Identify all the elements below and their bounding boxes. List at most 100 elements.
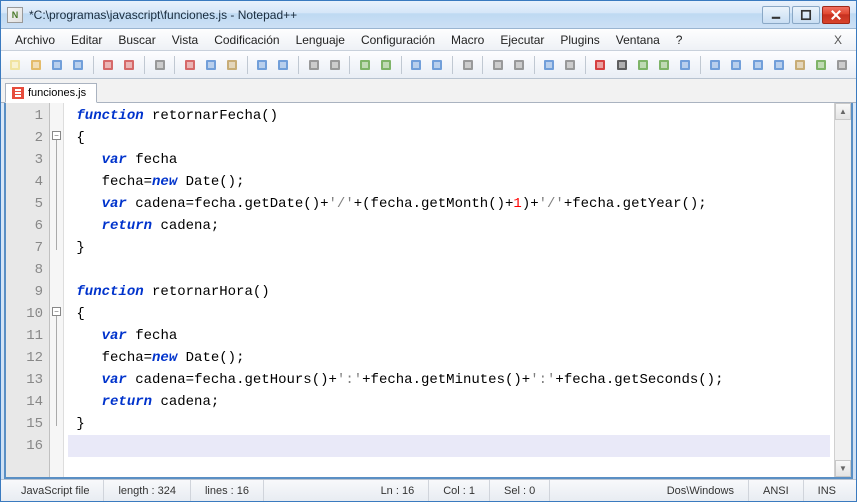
line-number-gutter[interactable]: 12345678910111213141516 [6, 103, 50, 477]
doc-switcher-icon[interactable] [833, 55, 852, 75]
line-number[interactable]: 5 [8, 193, 43, 215]
minimize-button[interactable] [762, 6, 790, 24]
code-line[interactable]: function retornarHora() [68, 281, 830, 303]
doc-map-icon[interactable] [790, 55, 809, 75]
print-icon[interactable] [150, 55, 169, 75]
redo-icon[interactable] [274, 55, 293, 75]
line-number[interactable]: 2 [8, 127, 43, 149]
line-number[interactable]: 8 [8, 259, 43, 281]
scroll-up-button[interactable]: ▲ [835, 103, 851, 120]
line-number[interactable]: 15 [8, 413, 43, 435]
menu-lenguaje[interactable]: Lenguaje [288, 31, 353, 49]
wrap-icon[interactable] [458, 55, 477, 75]
code-line[interactable]: fecha=new Date(); [68, 347, 830, 369]
code-line[interactable]: } [68, 413, 830, 435]
paste-icon[interactable] [223, 55, 242, 75]
code-line[interactable]: var fecha [68, 325, 830, 347]
fold-all-icon[interactable] [727, 55, 746, 75]
save-all-icon[interactable] [69, 55, 88, 75]
vertical-scrollbar[interactable]: ▲ ▼ [834, 103, 851, 477]
code-line[interactable] [68, 259, 830, 281]
code-line[interactable]: { [68, 303, 830, 325]
spell-icon[interactable] [812, 55, 831, 75]
code-line[interactable]: fecha=new Date(); [68, 171, 830, 193]
code-line[interactable]: var cadena=fecha.getDate()+'/'+(fecha.ge… [68, 193, 830, 215]
menu-ventana[interactable]: Ventana [608, 31, 668, 49]
code-line[interactable]: { [68, 127, 830, 149]
menu-configuracin[interactable]: Configuración [353, 31, 443, 49]
replace-icon[interactable] [325, 55, 344, 75]
fold-toggle[interactable]: − [52, 307, 61, 316]
code-line[interactable]: var cadena=fecha.getHours()+':'+fecha.ge… [68, 369, 830, 391]
status-sel: Sel : 0 [490, 480, 550, 501]
status-col: Col : 1 [429, 480, 490, 501]
indent-guide-icon[interactable] [509, 55, 528, 75]
menu-macro[interactable]: Macro [443, 31, 492, 49]
lang-icon[interactable] [539, 55, 558, 75]
toolbar-separator [452, 56, 453, 74]
fold-guide-line [56, 316, 57, 426]
menu-buscar[interactable]: Buscar [110, 31, 163, 49]
stop-icon[interactable] [612, 55, 631, 75]
sync-h-icon[interactable] [428, 55, 447, 75]
undo-icon[interactable] [253, 55, 272, 75]
menu-codificacin[interactable]: Codificación [206, 31, 287, 49]
unfold-all-icon[interactable] [748, 55, 767, 75]
line-number[interactable]: 3 [8, 149, 43, 171]
code-line[interactable]: } [68, 237, 830, 259]
code-area[interactable]: function retornarFecha() { var fecha fec… [64, 103, 834, 477]
line-number[interactable]: 14 [8, 391, 43, 413]
record-icon[interactable] [591, 55, 610, 75]
fold-toggle[interactable]: − [52, 131, 61, 140]
menu-?[interactable]: ? [668, 31, 691, 49]
menu-archivo[interactable]: Archivo [7, 31, 63, 49]
menu-ejecutar[interactable]: Ejecutar [492, 31, 552, 49]
line-number[interactable]: 10 [8, 303, 43, 325]
menu-editar[interactable]: Editar [63, 31, 110, 49]
line-number[interactable]: 1 [8, 105, 43, 127]
line-number[interactable]: 13 [8, 369, 43, 391]
toolbar-separator [401, 56, 402, 74]
save-macro-icon[interactable] [676, 55, 695, 75]
menu-close-x[interactable]: X [826, 33, 850, 47]
line-number[interactable]: 7 [8, 237, 43, 259]
titlebar[interactable]: N *C:\programas\javascript\funciones.js … [1, 1, 856, 29]
line-number[interactable]: 4 [8, 171, 43, 193]
zoom-out-icon[interactable] [377, 55, 396, 75]
code-line[interactable]: return cadena; [68, 215, 830, 237]
open-file-icon[interactable] [26, 55, 45, 75]
find-icon[interactable] [304, 55, 323, 75]
new-file-icon[interactable] [5, 55, 24, 75]
line-number[interactable]: 11 [8, 325, 43, 347]
line-number[interactable]: 16 [8, 435, 43, 457]
code-line[interactable]: function retornarFecha() [68, 105, 830, 127]
close-all-icon[interactable] [120, 55, 139, 75]
file-tab[interactable]: funciones.js [5, 83, 97, 103]
maximize-button[interactable] [792, 6, 820, 24]
play-icon[interactable] [633, 55, 652, 75]
line-number[interactable]: 6 [8, 215, 43, 237]
code-line[interactable] [68, 435, 830, 457]
all-chars-icon[interactable] [488, 55, 507, 75]
code-line[interactable]: return cadena; [68, 391, 830, 413]
collapse-level-icon[interactable] [769, 55, 788, 75]
copy-icon[interactable] [201, 55, 220, 75]
save-icon[interactable] [47, 55, 66, 75]
sync-v-icon[interactable] [407, 55, 426, 75]
zoom-in-icon[interactable] [355, 55, 374, 75]
cut-icon[interactable] [180, 55, 199, 75]
code-line[interactable]: var fecha [68, 149, 830, 171]
close-icon[interactable] [99, 55, 118, 75]
line-number[interactable]: 9 [8, 281, 43, 303]
function-list-icon[interactable] [706, 55, 725, 75]
line-number[interactable]: 12 [8, 347, 43, 369]
menu-plugins[interactable]: Plugins [552, 31, 607, 49]
fold-gutter[interactable]: −− [50, 103, 64, 477]
close-button[interactable] [822, 6, 850, 24]
app-window: N *C:\programas\javascript\funciones.js … [0, 0, 857, 502]
play-multi-icon[interactable] [654, 55, 673, 75]
user-lang-icon[interactable] [561, 55, 580, 75]
scroll-track[interactable] [835, 120, 851, 460]
menu-vista[interactable]: Vista [164, 31, 206, 49]
scroll-down-button[interactable]: ▼ [835, 460, 851, 477]
